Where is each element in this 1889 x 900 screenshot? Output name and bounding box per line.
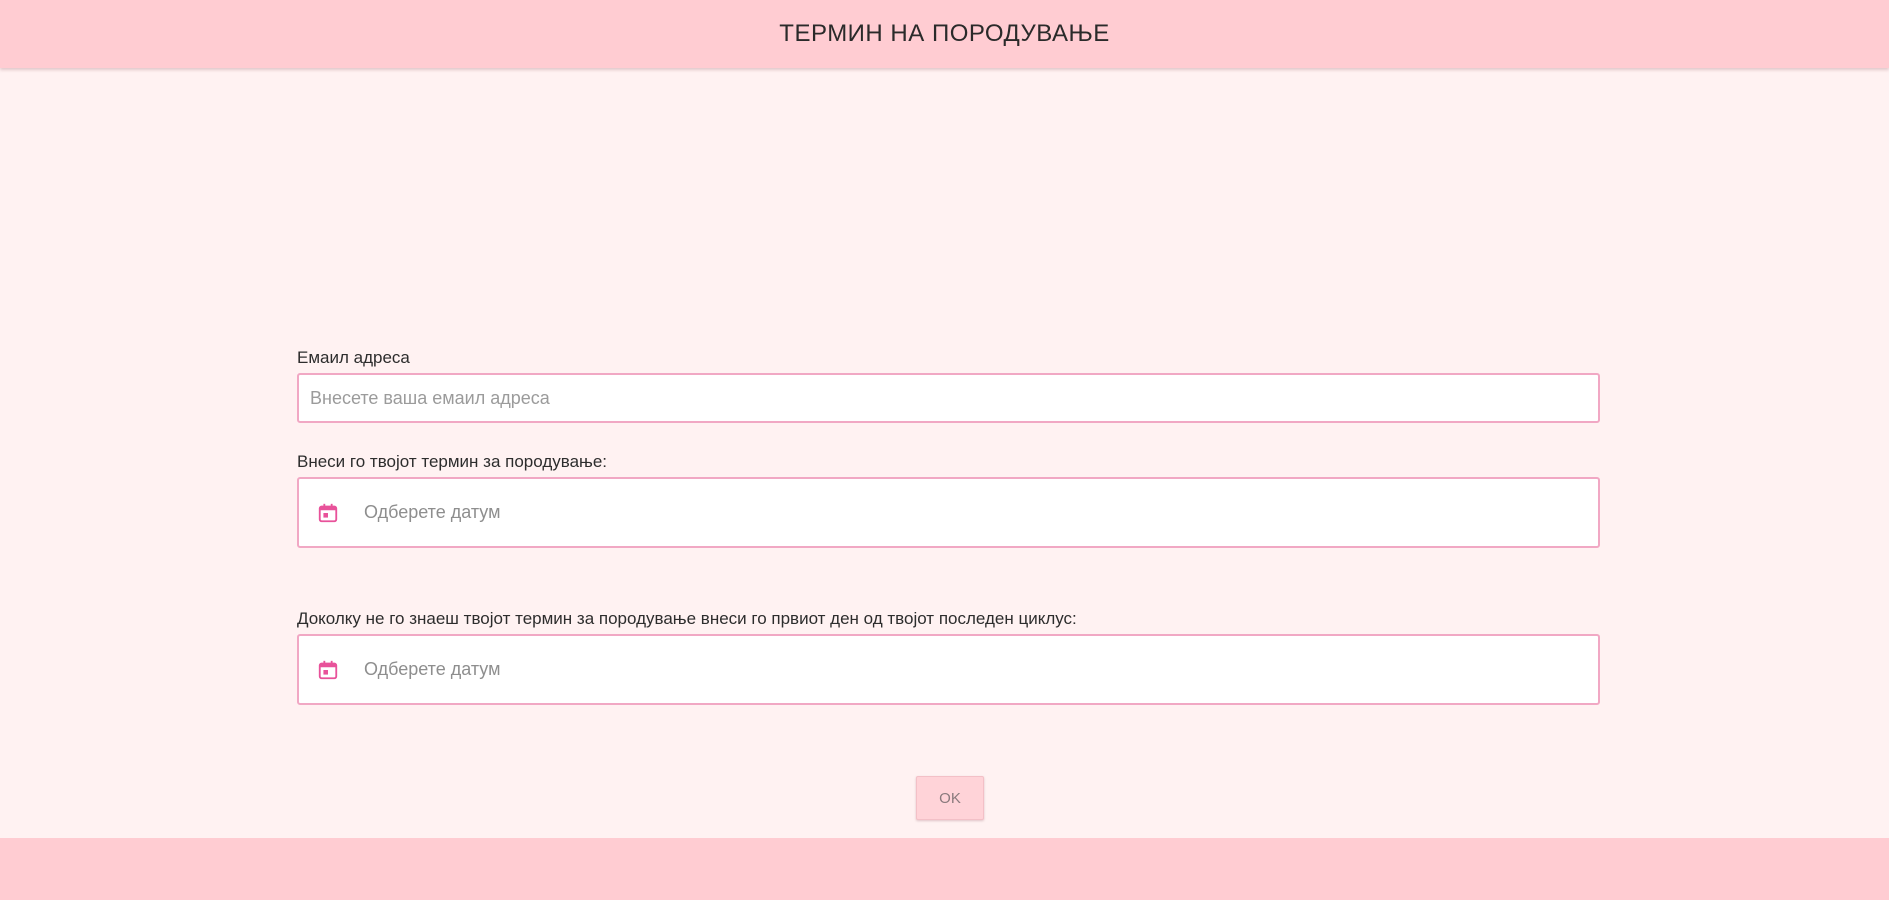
email-input[interactable] bbox=[297, 373, 1600, 423]
last-period-date-picker[interactable]: Одберете датум bbox=[297, 634, 1600, 705]
due-date-placeholder: Одберете датум bbox=[364, 502, 501, 522]
last-period-placeholder: Одберете датум bbox=[364, 659, 501, 679]
last-period-label: Доколку не го знаеш твојот термин за пор… bbox=[297, 609, 1077, 628]
due-date-picker[interactable]: Одберете датум bbox=[297, 477, 1600, 548]
page-title: ТЕРМИН НА ПОРОДУВАЊЕ bbox=[779, 20, 1110, 47]
app-screen: ТЕРМИН НА ПОРОДУВАЊЕ Емаил адреса Внеси … bbox=[0, 0, 1889, 900]
due-date-form: Емаил адреса Внеси го твојот термин за п… bbox=[297, 348, 1600, 705]
top-app-bar: ТЕРМИН НА ПОРОДУВАЊЕ bbox=[0, 0, 1889, 68]
bottom-bar bbox=[0, 838, 1889, 900]
ok-button[interactable]: OK bbox=[916, 776, 984, 820]
due-date-label: Внеси го твојот термин за породување: bbox=[297, 452, 608, 471]
calendar-icon bbox=[316, 658, 340, 682]
calendar-icon bbox=[316, 501, 340, 525]
email-label: Емаил адреса bbox=[297, 348, 410, 367]
